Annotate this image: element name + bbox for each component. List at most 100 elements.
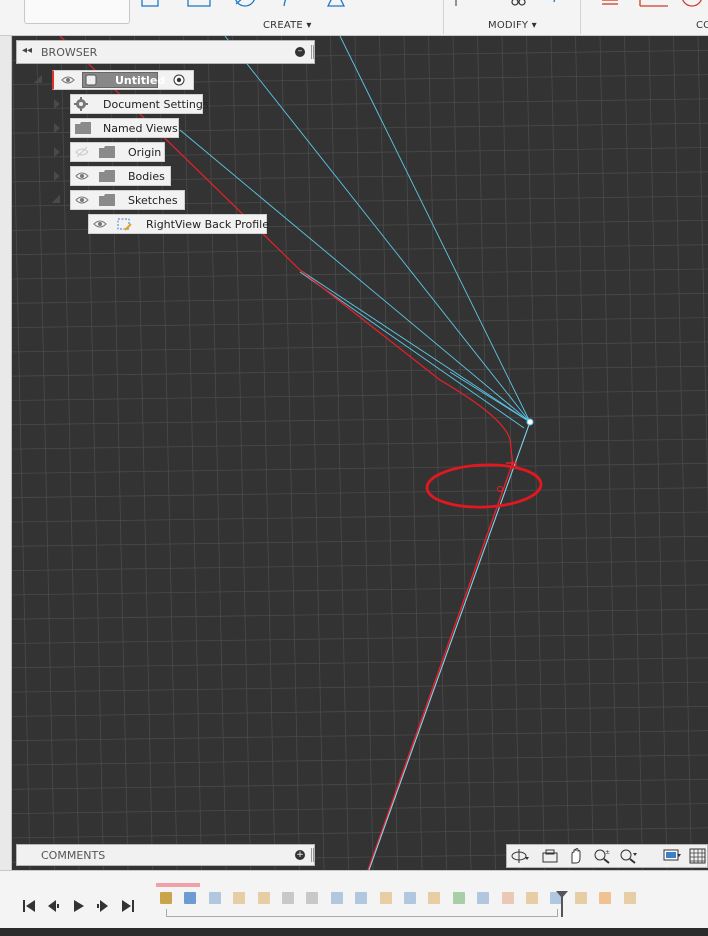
collapse-toggle[interactable] [52,195,60,203]
pan-icon[interactable] [567,848,585,864]
constraints-menu[interactable]: CO [696,20,708,31]
zoom-icon[interactable] [619,848,637,864]
grid-line [550,36,570,870]
sketch-icon[interactable] [329,890,345,906]
sketch-centerline [368,421,531,870]
step-back-icon[interactable] [46,899,60,913]
browser-item-named-views[interactable]: Named Views [70,118,179,138]
browser-item-document-settings[interactable]: Document Settings [70,94,209,114]
grid-line [673,36,692,870]
eye-icon[interactable] [61,74,75,86]
grid-line [12,803,708,814]
grid-icon[interactable] [689,848,707,864]
go-to-start-icon[interactable] [22,899,36,913]
grid-line [12,584,708,596]
orbit-icon[interactable] [511,848,529,864]
grid-line [697,36,708,518]
browser-title: BROWSER [41,46,98,59]
modify-menu[interactable]: MODIFY ▾ [488,20,537,31]
constraint-tools-icons[interactable] [596,0,708,12]
shell-icon[interactable] [524,890,540,906]
sketch-icon[interactable] [402,890,418,906]
folder-icon [99,194,115,206]
look-at-icon[interactable] [541,848,559,864]
toolbar-divider [580,0,581,34]
root-collapse-toggle[interactable] [34,75,42,83]
eye-icon[interactable] [75,194,89,206]
expand-toggle[interactable] [54,99,60,109]
extrude-icon[interactable] [426,890,442,906]
extrude-icon[interactable] [622,890,638,906]
expand-toggle[interactable] [54,171,60,181]
create-tools-icons[interactable] [140,0,350,12]
extrude-icon[interactable] [256,890,272,906]
feature-swatch [379,892,392,904]
browser-item-sketch[interactable]: RightView Back Profile [88,214,269,234]
modify-tools-icons[interactable] [452,0,572,12]
zoom-window-icon[interactable]: ± [593,848,611,864]
extrude-icon[interactable] [231,890,247,906]
play-icon[interactable] [72,899,86,913]
collapse-browser-icon[interactable]: ◂◂ [22,45,32,56]
go-to-end-icon[interactable] [121,899,135,913]
browser-item-origin[interactable]: Origin [70,142,165,162]
panel-resize-grip[interactable] [311,848,314,862]
feature-swatch [477,892,490,904]
browser-root-node[interactable]: Untitled [52,70,194,90]
feature-swatch [184,892,197,904]
feature-swatch [526,892,538,904]
grid-line [12,36,31,870]
timeline [0,870,708,928]
item-label: RightView Back Profile [146,218,269,231]
grid-line [648,36,668,870]
sketch-icon[interactable] [207,890,223,906]
fillet-icon[interactable] [500,890,516,906]
create-menu[interactable]: CREATE ▾ [263,20,312,31]
component-icon[interactable] [158,890,174,906]
extrude-icon[interactable] [378,890,394,906]
comments-panel[interactable]: COMMENTS + [16,844,315,866]
sketch-icon[interactable] [182,890,198,906]
feature-swatch [257,892,270,904]
minimize-browser-button[interactable]: – [295,47,305,57]
item-label: Sketches [128,194,178,207]
feature-swatch [160,892,172,904]
workspace-selector[interactable] [24,0,130,24]
add-comment-button[interactable]: + [295,850,305,860]
grid-line [12,438,708,450]
grid-line [12,730,708,742]
item-label: Origin [128,146,162,159]
display-settings-icon[interactable] [663,848,681,864]
expand-toggle[interactable] [54,123,60,133]
sketch-icon[interactable] [353,890,369,906]
feature-swatch [574,892,587,904]
scissors-icon[interactable] [304,890,320,906]
feature-swatch [623,892,636,904]
grid-line [256,36,276,870]
feature-swatch [306,892,319,904]
grid-line [526,36,545,870]
browser-item-sketches[interactable]: Sketches [70,190,185,210]
offset-icon[interactable] [573,890,589,906]
expand-toggle[interactable] [54,147,60,157]
extrude-icon[interactable] [597,890,613,906]
split-icon[interactable] [451,890,467,906]
eye-icon[interactable] [93,218,107,230]
browser-item-bodies[interactable]: Bodies [70,166,171,186]
grid-line [281,36,300,870]
panel-resize-grip[interactable] [311,45,314,59]
grid-line [36,36,55,870]
eye-hidden-icon[interactable] [75,146,89,158]
eye-icon[interactable] [75,170,89,182]
annotation-circle [425,463,543,509]
step-forward-icon[interactable] [96,899,110,913]
grid-line [12,463,708,474]
scissors-icon[interactable] [280,890,296,906]
timeline-marker-icon[interactable] [556,891,568,917]
sketch-icon[interactable] [475,890,491,906]
grid-line [12,754,708,766]
activate-radio-icon[interactable] [173,74,185,86]
feature-swatch [501,892,514,904]
browser-panel-header: ◂◂ BROWSER – [16,40,315,64]
sketch-point[interactable] [526,418,534,426]
